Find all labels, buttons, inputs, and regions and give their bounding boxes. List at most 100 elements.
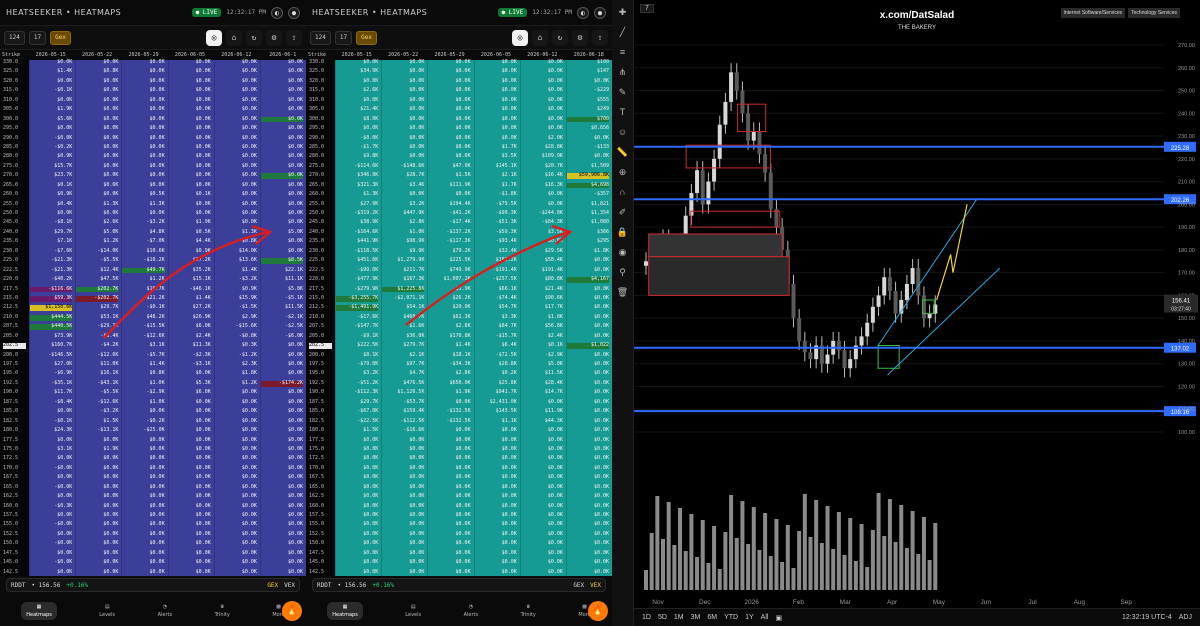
nav-item[interactable]: ◔ Alerts [464, 604, 479, 618]
heatmap-cell[interactable]: $0.8K [215, 239, 257, 245]
heatmap-cell[interactable]: -$21.3K [30, 257, 72, 264]
heatmap-cell[interactable]: $0.0K [122, 106, 165, 113]
heatmap-cell[interactable]: $222.5K [336, 342, 378, 349]
emoji-icon[interactable]: ☺ [615, 126, 631, 139]
heatmap-cell[interactable]: $0.0K [567, 531, 609, 538]
heatmap-cell[interactable]: $0.0K [122, 465, 165, 472]
heatmap-cell[interactable]: $0.9K [30, 191, 72, 198]
heatmap-cell[interactable]: $0.0K [122, 493, 165, 500]
heatmap-cell[interactable]: $1.5K [76, 418, 118, 425]
nav-item[interactable]: ▤ Levels [99, 604, 115, 618]
heatmap-cell[interactable]: $0.0K [261, 456, 303, 462]
heatmap-cell[interactable]: -$51.3K [475, 220, 517, 226]
heatmap-cell[interactable]: $0.0K [122, 210, 165, 217]
heatmap-cell[interactable]: $0.0K [122, 116, 165, 123]
heatmap-cell[interactable]: -$15.5K [122, 324, 165, 330]
lock-draw-icon[interactable]: ✐ [615, 206, 631, 219]
heatmap-cell[interactable]: $0.0K [261, 408, 303, 415]
heatmap-cell[interactable]: -$3,255.7K [336, 295, 379, 302]
heatmap-cell[interactable]: $1.9K [30, 106, 72, 113]
heatmap-cell[interactable]: $0.0K [428, 125, 471, 132]
heatmap-cell[interactable]: $11.9K [521, 408, 563, 415]
heatmap-cell[interactable]: $0.0K [567, 475, 609, 481]
heatmap-cell[interactable]: $2.1K [475, 173, 517, 179]
heatmap-cell[interactable]: $0.0K [261, 550, 303, 557]
heatmap-cell[interactable]: $0.0K [428, 456, 471, 462]
heatmap-cell[interactable]: $0.0K [261, 88, 303, 94]
heatmap-cell[interactable]: -$0.0K [30, 559, 72, 566]
heatmap-cell[interactable]: $0.0K [122, 154, 165, 160]
heatmap-cell[interactable]: $0.0K [30, 78, 72, 85]
heatmap-cell[interactable]: $73.9K [30, 333, 72, 340]
nav-item[interactable]: ♛ Trinity [521, 604, 536, 618]
heatmap-cell[interactable]: $0.0K [567, 371, 609, 377]
heatmap-cell[interactable]: $1.6K [382, 324, 424, 330]
heatmap-cell[interactable]: $0.0K [521, 88, 563, 94]
heatmap-cell[interactable]: $26.9K [169, 314, 211, 321]
vex-toggle[interactable]: VEX [284, 582, 295, 589]
heatmap-cell[interactable]: $0.0K [215, 220, 257, 226]
heatmap-cell[interactable]: $0.0K [521, 541, 563, 547]
heatmap-cell[interactable]: $249 [567, 106, 609, 113]
heatmap-cell[interactable]: $0.0K [76, 503, 118, 510]
heatmap-cell[interactable]: -$0.1K [30, 88, 72, 94]
heatmap-cell[interactable]: $5.0K [261, 229, 303, 236]
heatmap-cell[interactable]: $21.4K [336, 106, 378, 113]
heatmap-cell[interactable]: -$112.3K [336, 390, 378, 396]
heatmap-cell[interactable]: -$53.7K [382, 399, 424, 406]
heatmap-cell[interactable]: $2.6K [76, 220, 118, 226]
heatmap-cell[interactable]: $29.7K [76, 305, 118, 311]
heatmap-cell[interactable]: $211.7K [382, 267, 424, 274]
heatmap-cell[interactable]: $0.0K [122, 144, 165, 151]
heatmap-cell[interactable]: $0.0K [428, 493, 471, 500]
heatmap-cell[interactable]: $0.0K [475, 531, 517, 538]
heatmap-cell[interactable]: $0.0K [382, 569, 424, 576]
heatmap-cell[interactable]: $0.0K [122, 512, 165, 519]
heatmap-cell[interactable]: $0.0K [169, 69, 211, 75]
heatmap-cell[interactable]: $0.0K [30, 437, 72, 444]
share-icon[interactable]: ⇪ [286, 29, 302, 46]
heatmap-cell[interactable]: $0.0K [336, 531, 378, 538]
heatmap-cell[interactable]: $0.0K [475, 503, 517, 510]
heatmap-cell[interactable]: $0.0K [122, 408, 165, 415]
heatmap-cell[interactable]: $0.0K [261, 239, 303, 245]
heatmap-cell[interactable]: $1,354 [567, 210, 609, 217]
heatmap-cell[interactable]: $8.0K [336, 116, 378, 123]
heatmap-cell[interactable]: $1.8K [521, 314, 563, 321]
heatmap-cell[interactable]: -$114.6K [336, 163, 378, 170]
heatmap-cell[interactable]: $0.0K [122, 503, 165, 510]
heatmap-cell[interactable]: $0.0K [521, 531, 563, 538]
heatmap-cell[interactable]: $650.0K [428, 380, 471, 387]
heatmap-cell[interactable]: $1,022 [566, 342, 610, 349]
heatmap-cell[interactable]: -$132.5K [428, 408, 471, 415]
heatmap-cell[interactable]: $0.0K [336, 437, 378, 444]
heatmap-cell[interactable]: -$84.3K [521, 220, 563, 226]
heatmap-cell[interactable]: $0.0K [475, 493, 517, 500]
heatmap-cell[interactable]: $11.1K [261, 276, 303, 283]
heatmap-cell[interactable]: $0.0K [76, 484, 118, 491]
heatmap-cell[interactable]: $0.0K [261, 418, 303, 425]
heatmap-cell[interactable]: $0.0K [567, 390, 609, 396]
fire-action-button[interactable]: 🔥 [588, 601, 608, 621]
heatmap-cell[interactable]: $0.0K [215, 116, 257, 123]
heatmap-cell[interactable]: -$244.8K [521, 210, 563, 217]
heatmap-cell[interactable]: -$22.5K [336, 418, 378, 425]
heatmap-cell[interactable]: $66.1K [475, 286, 517, 293]
heatmap-cell[interactable]: $27.0K [30, 361, 72, 368]
heatmap-cell[interactable]: $0.0K [76, 456, 118, 462]
heatmap-cell[interactable]: -$0.8K [215, 333, 257, 340]
heatmap-cell[interactable]: $0.0K [521, 493, 563, 500]
heatmap-cell[interactable]: -$67.0K [336, 408, 378, 415]
heatmap-cell[interactable]: $0.0K [382, 144, 424, 151]
heatmap-cell[interactable]: $0.0K [382, 550, 424, 557]
heatmap-cell[interactable]: $0.0K [122, 97, 165, 104]
heatmap-cell[interactable]: $941.7K [475, 390, 517, 396]
heatmap-cell[interactable]: $0.0K [475, 106, 517, 113]
heatmap-cell[interactable]: -$3.2K [215, 276, 257, 283]
heatmap-cell[interactable]: $0.0K [215, 437, 257, 444]
heatmap-cell[interactable]: $0.0K [215, 59, 257, 66]
heatmap-cell[interactable]: $0.0K [215, 97, 257, 104]
heatmap-cell[interactable]: $366 [567, 229, 609, 236]
heatmap-cell[interactable]: $38.9K [336, 220, 378, 226]
heatmap-cell[interactable]: $0.0K [30, 550, 72, 557]
